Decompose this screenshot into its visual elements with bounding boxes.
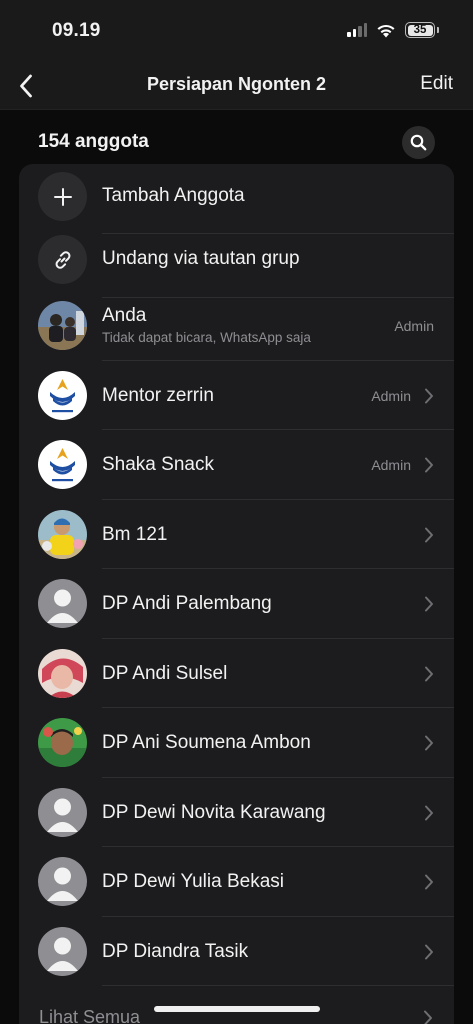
chevron-right-icon	[425, 666, 433, 681]
home-indicator[interactable]	[154, 1006, 320, 1012]
photo-avatar	[38, 509, 87, 559]
member-row[interactable]: DP Andi Sulsel	[19, 639, 454, 708]
default-person-icon	[38, 926, 87, 976]
member-name: Mentor zerrin	[102, 384, 214, 406]
member-name: DP Andi Sulsel	[102, 662, 228, 684]
status-bar: 09.19 35	[0, 0, 473, 62]
add-member-label: Tambah Anggota	[102, 185, 245, 206]
chevron-right-icon	[425, 805, 433, 820]
battery-icon: 35	[405, 22, 435, 38]
link-icon	[38, 235, 87, 284]
edit-button[interactable]: Edit	[420, 73, 453, 95]
chevron-right-icon	[425, 457, 433, 473]
member-row[interactable]: Anda Tidak dapat bicara, WhatsApp saja A…	[19, 291, 454, 361]
status-time: 09.19	[52, 20, 101, 41]
chevron-right-icon	[425, 388, 433, 403]
chevron-right-icon	[425, 874, 433, 890]
member-row[interactable]: DP Dewi Yulia Bekasi	[19, 847, 454, 917]
admin-badge: Admin	[371, 387, 411, 404]
member-name: Shaka Snack	[102, 454, 214, 475]
navigation-bar: Persiapan Ngonten 2 Edit	[0, 62, 473, 110]
battery-tip	[437, 27, 439, 33]
member-name: DP Dewi Novita Karawang	[102, 801, 326, 823]
chevron-right-icon	[425, 596, 433, 612]
cellular-signal-icon	[347, 23, 367, 37]
group-title: Persiapan Ngonten 2	[146, 74, 327, 94]
default-person-icon	[38, 579, 87, 628]
member-name: DP Diandra Tasik	[102, 940, 249, 962]
photo-avatar	[38, 648, 87, 698]
member-row[interactable]: Mentor zerrin Admin	[19, 361, 454, 430]
member-row[interactable]: DP Andi Palembang	[19, 569, 454, 639]
member-name: Bm 121	[102, 523, 168, 545]
member-count: 154 anggota	[38, 131, 149, 152]
photo-avatar	[38, 718, 87, 767]
member-row[interactable]: Bm 121	[19, 500, 454, 569]
chevron-right-icon	[425, 527, 433, 542]
plus-icon	[38, 172, 87, 221]
member-row[interactable]: Shaka Snack Admin	[19, 430, 454, 500]
chevron-right-icon	[425, 735, 433, 751]
academy-logo-avatar	[38, 440, 87, 489]
admin-badge: Admin	[394, 318, 434, 334]
photo-avatar	[38, 301, 87, 350]
members-card: Tambah Anggota Undang via tautan grup An…	[19, 164, 454, 1024]
search-members-button[interactable]	[402, 126, 435, 159]
member-row[interactable]: DP Diandra Tasik	[19, 917, 454, 986]
chevron-right-icon	[425, 944, 433, 959]
member-status: Tidak dapat bicara, WhatsApp saja	[102, 330, 311, 345]
battery-percentage: 35	[413, 24, 427, 36]
invite-link-row[interactable]: Undang via tautan grup	[19, 228, 454, 298]
member-row[interactable]: DP Dewi Novita Karawang	[19, 778, 454, 847]
member-row[interactable]: DP Ani Soumena Ambon	[19, 708, 454, 778]
admin-badge: Admin	[371, 457, 411, 473]
status-icons: 35	[347, 22, 439, 38]
academy-logo-avatar	[38, 370, 87, 420]
wifi-icon	[377, 24, 395, 37]
see-all-button[interactable]: Lihat Semua	[39, 1007, 140, 1024]
invite-link-label: Undang via tautan grup	[102, 248, 300, 269]
search-icon	[410, 134, 427, 151]
default-person-icon	[38, 787, 87, 837]
add-member-row[interactable]: Tambah Anggota	[19, 164, 454, 234]
member-name: DP Ani Soumena Ambon	[102, 732, 311, 753]
member-name: DP Dewi Yulia Bekasi	[102, 871, 285, 892]
default-person-icon	[38, 857, 87, 906]
member-name: DP Andi Palembang	[102, 593, 272, 614]
member-name: Anda	[102, 305, 147, 326]
chevron-right-icon	[424, 1010, 432, 1024]
